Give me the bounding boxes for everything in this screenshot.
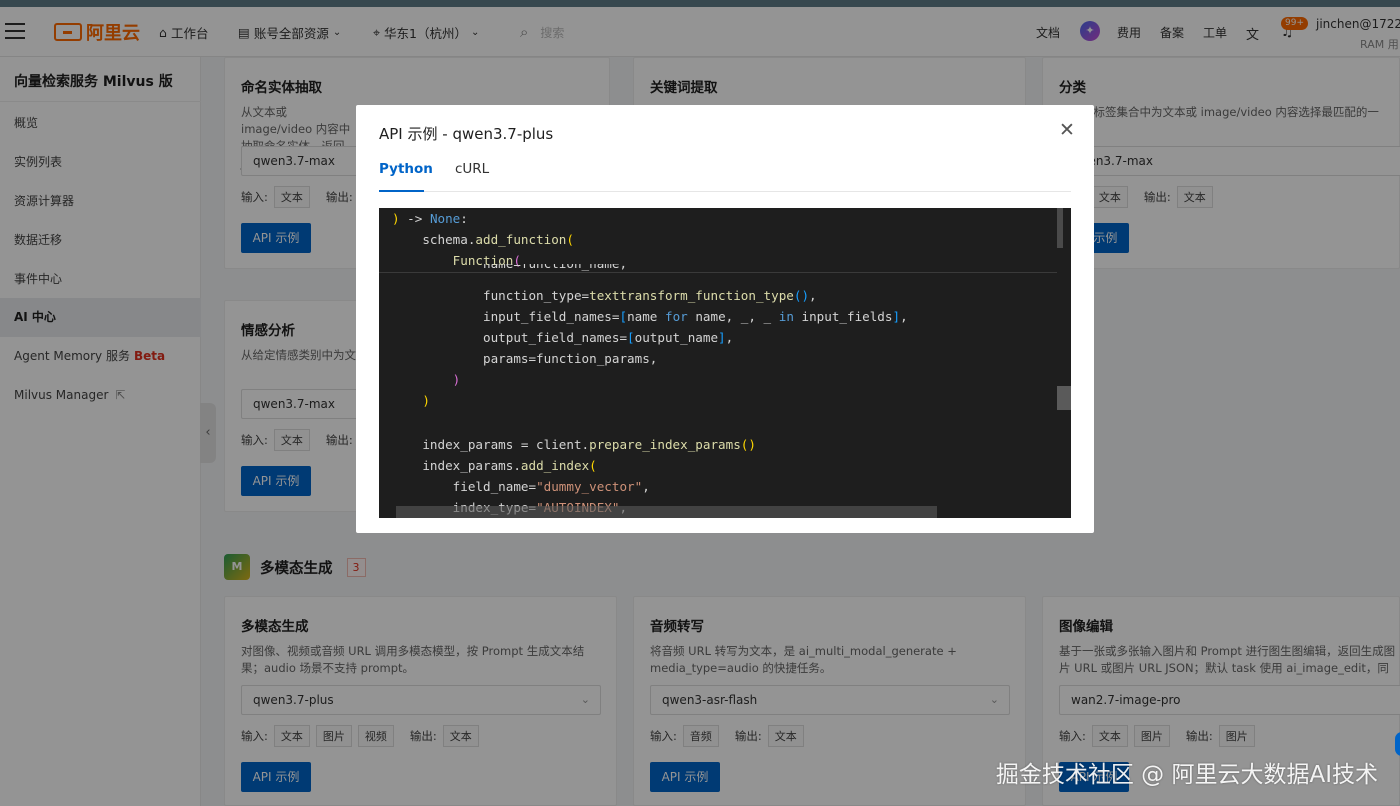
code-line: )	[422, 393, 430, 408]
code-line: function_type=texttransform_function_typ…	[392, 288, 817, 303]
code-scrollbar-thumb[interactable]	[1057, 208, 1063, 248]
code-block[interactable]: ) -> None: schema.add_function( Function…	[379, 208, 1071, 518]
code-line: ) -> None:	[392, 211, 468, 226]
watermark-text: 掘金技术社区 @ 阿里云大数据AI技术	[995, 762, 1378, 788]
code-line: input_field_names=[name for name, _, _ i…	[392, 309, 908, 324]
code-line: index_params.add_index(	[392, 458, 597, 473]
tab-curl[interactable]: cURL	[455, 161, 489, 192]
code-line: output_field_names=[output_name],	[392, 330, 734, 345]
code-line: )	[452, 372, 461, 387]
tab-python[interactable]: Python	[379, 161, 433, 192]
code-line: name=function_name,	[392, 264, 627, 276]
code-line: field_name="dummy_vector",	[392, 479, 650, 494]
code-line: schema.add_function(	[392, 232, 574, 247]
code-language-tabs: Python cURL	[379, 161, 1071, 192]
modal-title: API 示例 - qwen3.7-plus	[379, 125, 554, 143]
close-icon[interactable]: ✕	[1059, 120, 1075, 140]
code-horizontal-scrollbar[interactable]	[396, 506, 937, 518]
floating-help-button[interactable]	[1395, 732, 1400, 756]
code-line: params=function_params,	[392, 351, 658, 366]
code-scrollbar-marker[interactable]	[1057, 386, 1071, 410]
code-line: index_params = client.prepare_index_para…	[392, 437, 756, 452]
api-example-modal: API 示例 - qwen3.7-plus ✕ Python cURL ) ->…	[356, 105, 1094, 533]
